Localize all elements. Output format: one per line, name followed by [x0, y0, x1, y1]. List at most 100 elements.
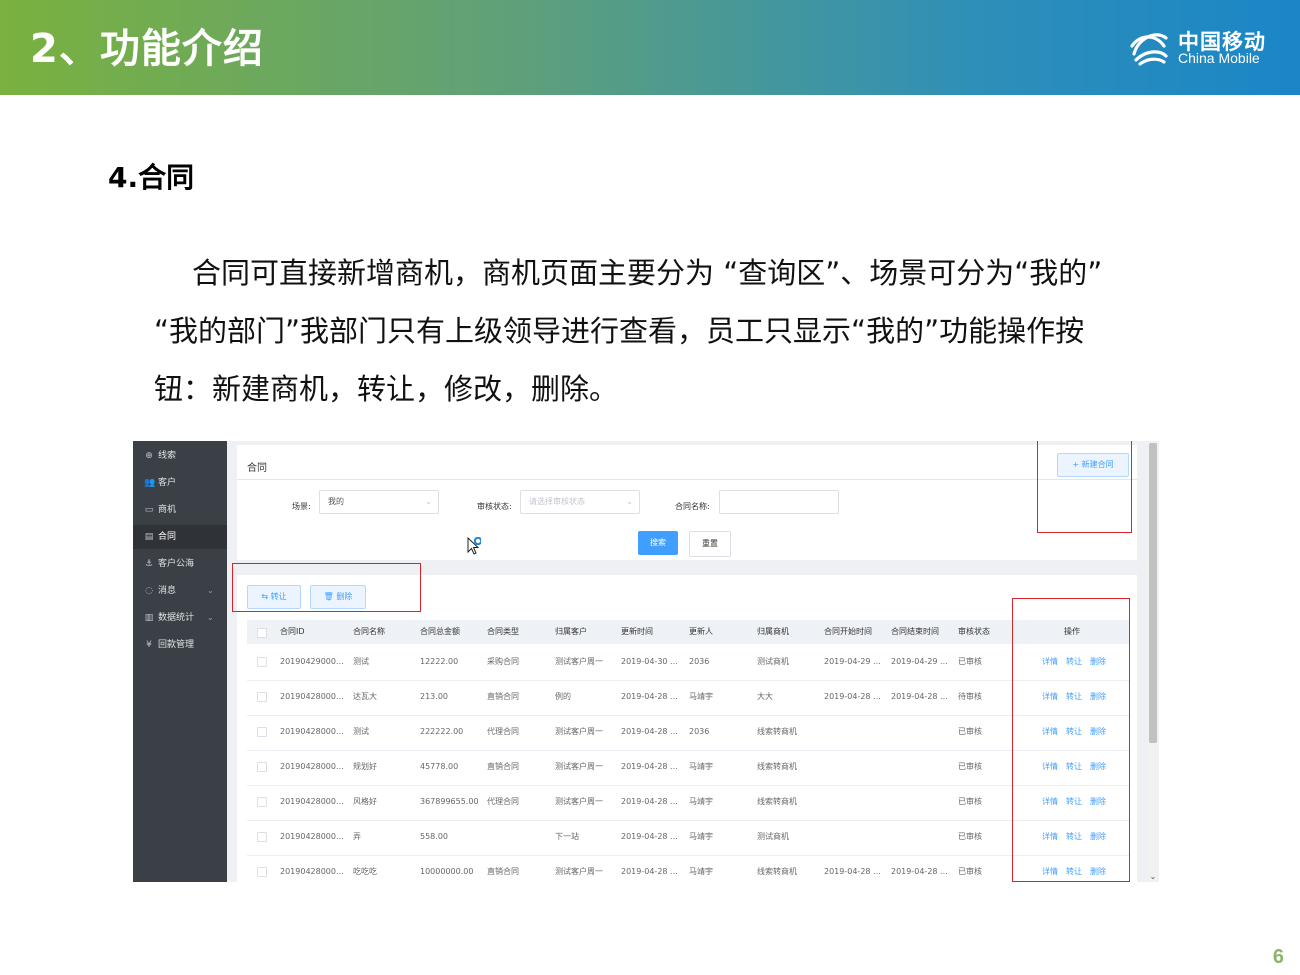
table-cell: 已审核 — [958, 797, 982, 806]
table-cell: 达瓦大 — [353, 692, 377, 701]
page-title: 2、功能介绍 — [30, 26, 264, 72]
scrollbar[interactable]: ⌄ — [1147, 441, 1159, 882]
table-cell: 线索转商机 — [757, 867, 797, 876]
table-cell: 测试商机 — [757, 657, 789, 666]
sidebar-item[interactable]: ◌ 消息 ⌄ — [133, 579, 227, 603]
table-cell: 已审核 — [958, 762, 982, 771]
column-header: 更新时间 — [621, 627, 653, 636]
row-checkbox[interactable] — [257, 727, 267, 737]
row-checkbox[interactable] — [257, 762, 267, 772]
table-row[interactable]: 20190428000... 测试 222222.00 代理合同 测试客户周一 2019-… — [247, 715, 1129, 751]
chevron-down-icon: ⌄ — [626, 497, 633, 506]
table-cell: 558.00 — [420, 832, 448, 841]
reset-button[interactable]: 重置 — [689, 531, 731, 557]
table-cell: 直销合同 — [487, 762, 519, 771]
table-cell: 12222.00 — [420, 657, 459, 666]
sidebar-item[interactable]: ¥ 回款管理 — [133, 633, 227, 657]
row-checkbox[interactable] — [257, 867, 267, 877]
sidebar-item[interactable]: ⚓ 客户公海 — [133, 552, 227, 576]
sidebar-item[interactable]: ▤ 合同 — [133, 525, 227, 549]
table-cell: 马靖宇 — [689, 867, 713, 876]
row-checkbox[interactable] — [257, 832, 267, 842]
table-cell: 2019-04-29 ... — [824, 657, 881, 666]
table-cell: 吃吃吃 — [353, 867, 377, 876]
row-checkbox[interactable] — [257, 797, 267, 807]
sidebar-item[interactable]: ▭ 商机 — [133, 498, 227, 522]
scrollbar-thumb[interactable] — [1149, 443, 1157, 743]
sidebar-item[interactable]: ▥ 数据统计 ⌄ — [133, 606, 227, 630]
row-checkbox[interactable] — [257, 657, 267, 667]
table-cell: 2019-04-28 ... — [621, 832, 678, 841]
table-cell: 直销合同 — [487, 867, 519, 876]
select-all-checkbox[interactable] — [257, 628, 267, 638]
column-header: 更新人 — [689, 627, 713, 636]
audit-status-select[interactable]: 请选择审核状态 ⌄ — [520, 490, 640, 514]
table-cell: 2036 — [689, 657, 710, 666]
table-cell: 20190428000... — [280, 832, 344, 841]
bar-chart-icon: ▥ — [144, 613, 154, 623]
column-header: 审核状态 — [958, 627, 990, 636]
contract-name-input[interactable] — [719, 490, 839, 514]
chat-icon: ◌ — [145, 586, 153, 596]
column-header: 合同名称 — [353, 627, 385, 636]
table-cell: 20190428000... — [280, 867, 344, 876]
search-button[interactable]: 搜索 — [638, 531, 678, 555]
chevron-down-icon: ⌄ — [425, 497, 432, 506]
table-row[interactable]: 20190428000... 达瓦大 213.00 直销合同 例的 2019-04-28 … — [247, 680, 1129, 716]
sidebar-item-label: 消息 — [158, 586, 177, 596]
scene-select[interactable]: 我的 ⌄ — [319, 490, 439, 514]
sidebar-item-label: 客户公海 — [158, 559, 195, 569]
row-checkbox[interactable] — [257, 692, 267, 702]
table-cell: 大大 — [757, 692, 773, 701]
column-header: 归属商机 — [757, 627, 789, 636]
scroll-down-icon[interactable]: ⌄ — [1148, 872, 1158, 882]
scene-select-value: 我的 — [328, 497, 344, 506]
table-cell: 2019-04-28 ... — [824, 867, 881, 876]
table-cell: 2019-04-28 ... — [621, 867, 678, 876]
highlight-operations-column — [1012, 598, 1130, 882]
table-cell: 马靖宇 — [689, 832, 713, 841]
table-cell: 20190429000... — [280, 657, 344, 666]
table-cell: 测试客户周一 — [555, 762, 603, 771]
sidebar-item[interactable]: ⊕ 线索 — [133, 444, 227, 468]
table-cell: 弄 — [353, 832, 361, 841]
table-row[interactable]: 20190428000... 吃吃吃 10000000.00 直销合同 测试客户周一 20… — [247, 855, 1129, 882]
anchor-icon: ⚓ — [144, 559, 154, 569]
table-cell: 例的 — [555, 692, 571, 701]
table-cell: 10000000.00 — [420, 867, 474, 876]
table-cell: 马靖宇 — [689, 797, 713, 806]
table-cell: 测试客户周一 — [555, 867, 603, 876]
table-cell: 线索转商机 — [757, 797, 797, 806]
chevron-down-icon: ⌄ — [207, 613, 214, 622]
table-cell: 风格好 — [353, 797, 377, 806]
column-header: 合同类型 — [487, 627, 519, 636]
table-row[interactable]: 20190428000... 规划好 45778.00 直销合同 测试客户周一 2019-… — [247, 750, 1129, 786]
table-cell: 20190428000... — [280, 692, 344, 701]
audit-status-placeholder: 请选择审核状态 — [529, 497, 585, 506]
table-cell: 2019-04-28 ... — [824, 692, 881, 701]
contract-table-card: ⇆ 转让 🗑 删除 合同ID 合同名称 合同总金额 合同类型 归属客户 更新时间 更新人 归属… — [237, 575, 1137, 882]
scene-label: 场景: — [292, 502, 311, 511]
contract-name-label: 合同名称: — [675, 502, 710, 511]
logo-text-en: China Mobile — [1178, 50, 1260, 66]
section-title: 4.合同 — [108, 161, 195, 194]
table-cell: 2019-04-28 ... — [621, 692, 678, 701]
table-cell: 222222.00 — [420, 727, 464, 736]
table-row[interactable]: 20190428000... 弄 558.00 下一站 2019-04-28 ... 马靖… — [247, 820, 1129, 856]
mouse-cursor-icon — [467, 537, 481, 555]
table-cell: 测试客户周一 — [555, 727, 603, 736]
logo-swirl-icon — [1130, 33, 1168, 66]
card-title: 合同 — [247, 463, 267, 474]
table-cell: 20190428000... — [280, 727, 344, 736]
table-row[interactable]: 20190429000... 测试 12222.00 采购合同 测试客户周一 2019-0… — [247, 645, 1129, 681]
sidebar-item[interactable]: 👥 客户 — [133, 471, 227, 495]
table-cell: 测试商机 — [757, 832, 789, 841]
embedded-screenshot: ⊕ 线索 👥 客户 ▭ 商机 ▤ 合同 ⚓ 客户公海 ◌ 消息 ⌄ ▥ 数据统计 ⌄ ¥ 回款管理 合同 + 新建… — [133, 441, 1159, 882]
document-icon: ▤ — [144, 532, 154, 542]
page-number: 6 — [1272, 946, 1284, 968]
table-cell: 待审核 — [958, 692, 982, 701]
divider — [237, 479, 1137, 480]
table-cell: 测试 — [353, 727, 369, 736]
table-row[interactable]: 20190428000... 风格好 367899655.00 代理合同 测试客户周一 2… — [247, 785, 1129, 821]
table-cell: 规划好 — [353, 762, 377, 771]
